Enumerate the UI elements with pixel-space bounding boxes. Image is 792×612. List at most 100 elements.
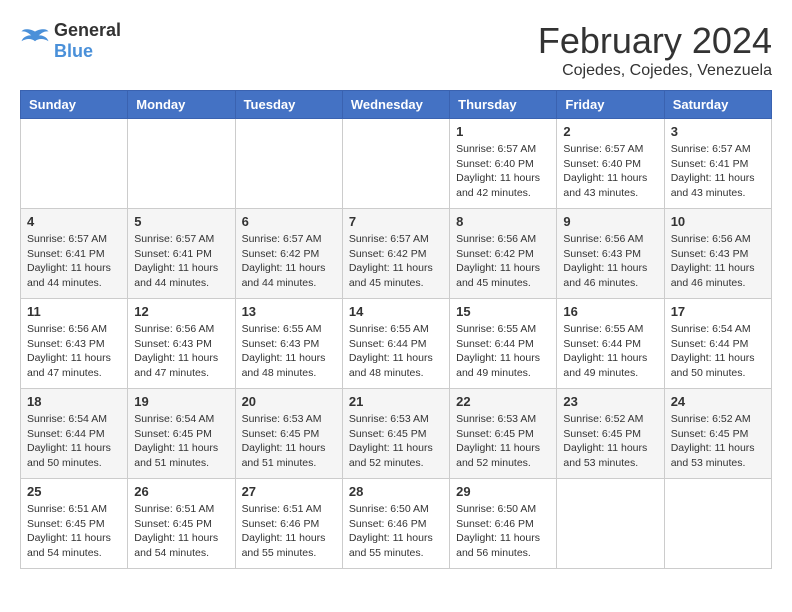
day-number: 6 — [242, 214, 336, 229]
day-number: 7 — [349, 214, 443, 229]
day-cell: 23 Sunrise: 6:52 AMSunset: 6:45 PMDayligh… — [557, 389, 664, 479]
calendar-table: SundayMondayTuesdayWednesdayThursdayFrid… — [20, 90, 772, 569]
day-detail: Sunrise: 6:56 AMSunset: 6:42 PMDaylight:… — [456, 232, 550, 291]
day-number: 26 — [134, 484, 228, 499]
day-cell: 28 Sunrise: 6:50 AMSunset: 6:46 PMDayligh… — [342, 479, 449, 569]
day-detail: Sunrise: 6:56 AMSunset: 6:43 PMDaylight:… — [27, 322, 121, 381]
day-number: 16 — [563, 304, 657, 319]
day-cell: 15 Sunrise: 6:55 AMSunset: 6:44 PMDayligh… — [450, 299, 557, 389]
month-title: February 2024 — [538, 20, 772, 62]
day-cell: 14Sunrise: 6:55 AMSunset: 6:44 PMDayligh… — [342, 299, 449, 389]
day-cell: 19 Sunrise: 6:54 AMSunset: 6:45 PMDayligh… — [128, 389, 235, 479]
day-cell: 27 Sunrise: 6:51 AMSunset: 6:46 PMDayligh… — [235, 479, 342, 569]
week-row-5: 25 Sunrise: 6:51 AMSunset: 6:45 PMDayligh… — [21, 479, 772, 569]
day-number: 1 — [456, 124, 550, 139]
day-detail: Sunrise: 6:56 AMSunset: 6:43 PMDaylight:… — [563, 232, 657, 291]
day-detail: Sunrise: 6:53 AMSunset: 6:45 PMDaylight:… — [349, 412, 443, 471]
day-cell: 16 Sunrise: 6:55 AMSunset: 6:44 PMDayligh… — [557, 299, 664, 389]
day-number: 27 — [242, 484, 336, 499]
week-row-1: 1 Sunrise: 6:57 AMSunset: 6:40 PMDaylight… — [21, 119, 772, 209]
weekday-header-row: SundayMondayTuesdayWednesdayThursdayFrid… — [21, 91, 772, 119]
day-cell: 11 Sunrise: 6:56 AMSunset: 6:43 PMDayligh… — [21, 299, 128, 389]
day-cell: 21Sunrise: 6:53 AMSunset: 6:45 PMDayligh… — [342, 389, 449, 479]
day-cell: 17 Sunrise: 6:54 AMSunset: 6:44 PMDayligh… — [664, 299, 771, 389]
day-detail: Sunrise: 6:53 AMSunset: 6:45 PMDaylight:… — [242, 412, 336, 471]
day-detail: Sunrise: 6:55 AMSunset: 6:44 PMDaylight:… — [456, 322, 550, 381]
day-detail: Sunrise: 6:57 AMSunset: 6:40 PMDaylight:… — [456, 142, 550, 201]
day-number: 4 — [27, 214, 121, 229]
day-number: 18 — [27, 394, 121, 409]
day-cell — [664, 479, 771, 569]
day-detail: Sunrise: 6:52 AMSunset: 6:45 PMDaylight:… — [671, 412, 765, 471]
day-detail: Sunrise: 6:55 AMSunset: 6:44 PMDaylight:… — [563, 322, 657, 381]
day-detail: Sunrise: 6:57 AMSunset: 6:41 PMDaylight:… — [671, 142, 765, 201]
day-cell: 8 Sunrise: 6:56 AMSunset: 6:42 PMDaylight… — [450, 209, 557, 299]
day-detail: Sunrise: 6:51 AMSunset: 6:45 PMDaylight:… — [27, 502, 121, 561]
day-detail: Sunrise: 6:51 AMSunset: 6:46 PMDaylight:… — [242, 502, 336, 561]
day-cell: 10 Sunrise: 6:56 AMSunset: 6:43 PMDayligh… — [664, 209, 771, 299]
day-cell: 2Sunrise: 6:57 AMSunset: 6:40 PMDaylight… — [557, 119, 664, 209]
day-number: 3 — [671, 124, 765, 139]
day-number: 22 — [456, 394, 550, 409]
logo-text: General Blue — [54, 20, 121, 62]
day-number: 28 — [349, 484, 443, 499]
week-row-2: 4 Sunrise: 6:57 AMSunset: 6:41 PMDaylight… — [21, 209, 772, 299]
day-cell: 20 Sunrise: 6:53 AMSunset: 6:45 PMDayligh… — [235, 389, 342, 479]
week-row-3: 11 Sunrise: 6:56 AMSunset: 6:43 PMDayligh… — [21, 299, 772, 389]
day-number: 8 — [456, 214, 550, 229]
day-detail: Sunrise: 6:56 AMSunset: 6:43 PMDaylight:… — [671, 232, 765, 291]
logo-blue: Blue — [54, 41, 93, 61]
week-row-4: 18 Sunrise: 6:54 AMSunset: 6:44 PMDayligh… — [21, 389, 772, 479]
day-detail: Sunrise: 6:54 AMSunset: 6:44 PMDaylight:… — [27, 412, 121, 471]
weekday-header-thursday: Thursday — [450, 91, 557, 119]
day-cell — [557, 479, 664, 569]
day-cell: 3 Sunrise: 6:57 AMSunset: 6:41 PMDaylight… — [664, 119, 771, 209]
day-cell: 13Sunrise: 6:55 AMSunset: 6:43 PMDayligh… — [235, 299, 342, 389]
day-cell: 12 Sunrise: 6:56 AMSunset: 6:43 PMDayligh… — [128, 299, 235, 389]
day-number: 5 — [134, 214, 228, 229]
day-number: 19 — [134, 394, 228, 409]
day-number: 10 — [671, 214, 765, 229]
day-cell: 6 Sunrise: 6:57 AMSunset: 6:42 PMDaylight… — [235, 209, 342, 299]
day-detail: Sunrise: 6:52 AMSunset: 6:45 PMDaylight:… — [563, 412, 657, 471]
day-detail: Sunrise: 6:54 AMSunset: 6:45 PMDaylight:… — [134, 412, 228, 471]
page-header: General Blue February 2024 Cojedes, Coje… — [20, 20, 772, 80]
day-detail: Sunrise: 6:55 AMSunset: 6:43 PMDaylight:… — [242, 322, 336, 381]
weekday-header-wednesday: Wednesday — [342, 91, 449, 119]
day-number: 15 — [456, 304, 550, 319]
day-cell — [342, 119, 449, 209]
day-detail: Sunrise: 6:50 AMSunset: 6:46 PMDaylight:… — [349, 502, 443, 561]
title-block: February 2024 Cojedes, Cojedes, Venezuel… — [538, 20, 772, 80]
day-detail: Sunrise: 6:50 AMSunset: 6:46 PMDaylight:… — [456, 502, 550, 561]
day-cell: 9 Sunrise: 6:56 AMSunset: 6:43 PMDaylight… — [557, 209, 664, 299]
day-cell: 4Sunrise: 6:57 AMSunset: 6:41 PMDaylight… — [21, 209, 128, 299]
day-detail: Sunrise: 6:54 AMSunset: 6:44 PMDaylight:… — [671, 322, 765, 381]
day-detail: Sunrise: 6:57 AMSunset: 6:42 PMDaylight:… — [242, 232, 336, 291]
day-cell — [235, 119, 342, 209]
day-number: 14 — [349, 304, 443, 319]
day-cell: 1 Sunrise: 6:57 AMSunset: 6:40 PMDaylight… — [450, 119, 557, 209]
weekday-header-saturday: Saturday — [664, 91, 771, 119]
logo-general: General — [54, 20, 121, 40]
day-number: 9 — [563, 214, 657, 229]
day-detail: Sunrise: 6:56 AMSunset: 6:43 PMDaylight:… — [134, 322, 228, 381]
bird-icon — [20, 27, 50, 51]
day-detail: Sunrise: 6:51 AMSunset: 6:45 PMDaylight:… — [134, 502, 228, 561]
day-cell: 25 Sunrise: 6:51 AMSunset: 6:45 PMDayligh… — [21, 479, 128, 569]
day-number: 24 — [671, 394, 765, 409]
day-number: 17 — [671, 304, 765, 319]
day-cell: 24 Sunrise: 6:52 AMSunset: 6:45 PMDayligh… — [664, 389, 771, 479]
day-number: 11 — [27, 304, 121, 319]
day-cell — [128, 119, 235, 209]
day-cell: 5 Sunrise: 6:57 AMSunset: 6:41 PMDaylight… — [128, 209, 235, 299]
day-number: 29 — [456, 484, 550, 499]
day-number: 20 — [242, 394, 336, 409]
day-number: 12 — [134, 304, 228, 319]
day-detail: Sunrise: 6:57 AMSunset: 6:42 PMDaylight:… — [349, 232, 443, 291]
day-cell: 26 Sunrise: 6:51 AMSunset: 6:45 PMDayligh… — [128, 479, 235, 569]
day-number: 2 — [563, 124, 657, 139]
day-number: 23 — [563, 394, 657, 409]
weekday-header-sunday: Sunday — [21, 91, 128, 119]
day-detail: Sunrise: 6:57 AMSunset: 6:41 PMDaylight:… — [134, 232, 228, 291]
day-number: 25 — [27, 484, 121, 499]
